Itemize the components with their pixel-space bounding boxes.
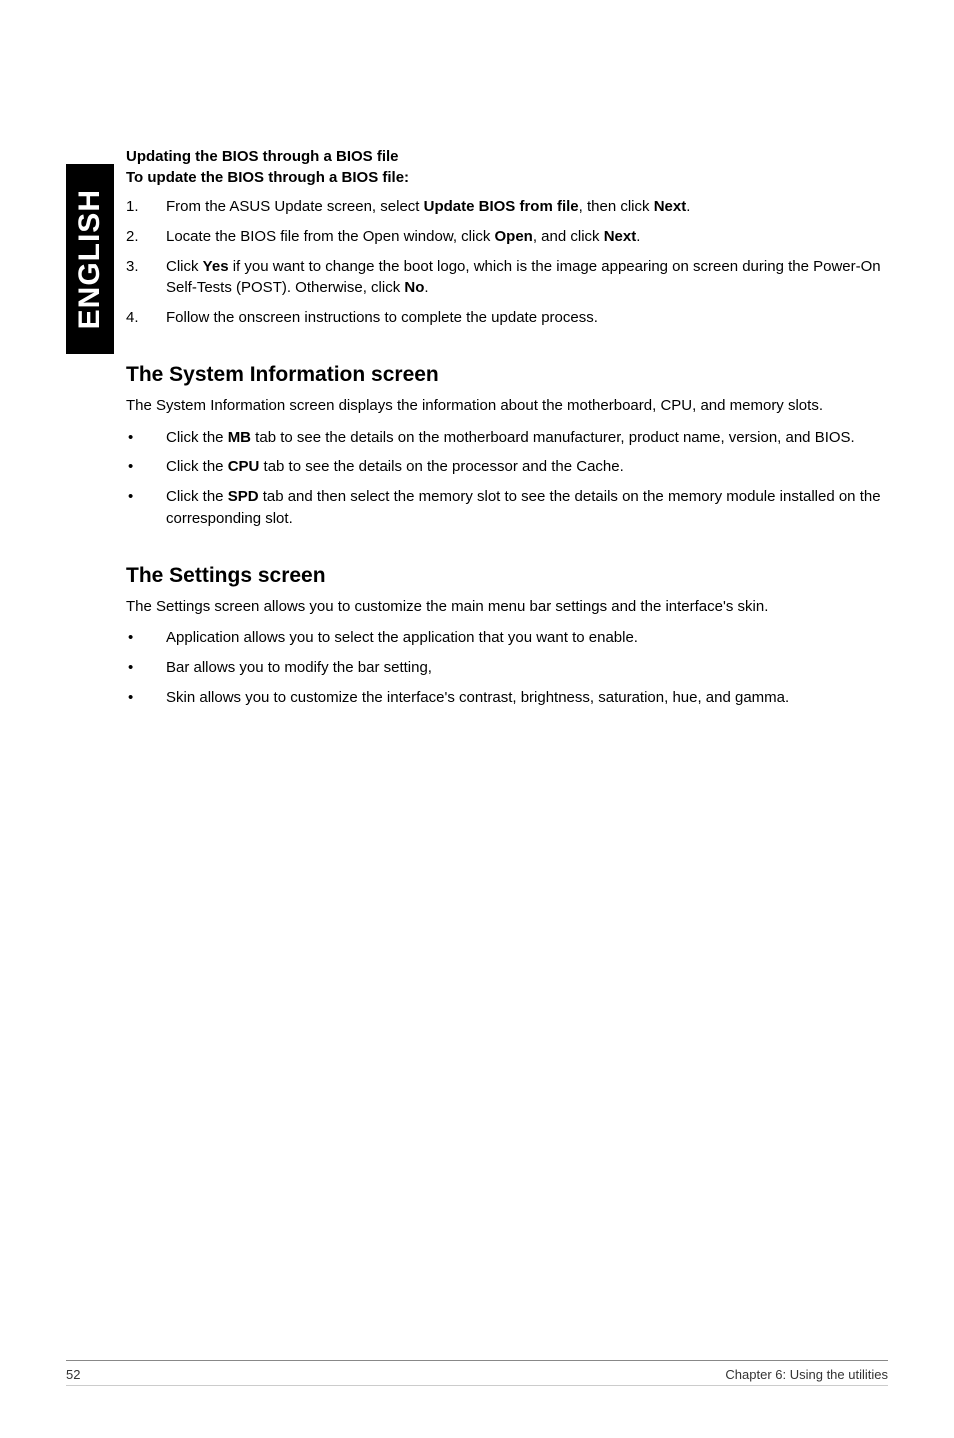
bullet-icon: • <box>126 456 166 478</box>
bullet-list: • Application allows you to select the a… <box>126 627 886 708</box>
list-text: Application allows you to select the app… <box>166 627 886 649</box>
section-paragraph: The Settings screen allows you to custom… <box>126 596 886 618</box>
list-item: • Click the SPD tab and then select the … <box>126 486 886 530</box>
list-item: • Bar allows you to modify the bar setti… <box>126 657 886 679</box>
section-subheading: To update the BIOS through a BIOS file: <box>126 169 886 186</box>
list-text: Bar allows you to modify the bar setting… <box>166 657 886 679</box>
list-text: Click the CPU tab to see the details on … <box>166 456 886 478</box>
bullet-icon: • <box>126 687 166 709</box>
step-text: Click Yes if you want to change the boot… <box>166 256 886 300</box>
list-text: Click the SPD tab and then select the me… <box>166 486 886 530</box>
list-text: Click the MB tab to see the details on t… <box>166 427 886 449</box>
page-number: 52 <box>66 1367 80 1382</box>
step-item: 3. Click Yes if you want to change the b… <box>126 256 886 300</box>
list-item: • Application allows you to select the a… <box>126 627 886 649</box>
list-item: • Click the MB tab to see the details on… <box>126 427 886 449</box>
step-number: 4. <box>126 307 166 329</box>
list-item: • Skin allows you to customize the inter… <box>126 687 886 709</box>
bullet-icon: • <box>126 657 166 679</box>
bullet-icon: • <box>126 627 166 649</box>
step-number: 1. <box>126 196 166 218</box>
chapter-label: Chapter 6: Using the utilities <box>725 1367 888 1382</box>
step-text: Locate the BIOS file from the Open windo… <box>166 226 886 248</box>
list-item: • Click the CPU tab to see the details o… <box>126 456 886 478</box>
language-label: ENGLISH <box>73 189 107 329</box>
step-number: 3. <box>126 256 166 300</box>
bullet-icon: • <box>126 427 166 449</box>
step-text: From the ASUS Update screen, select Upda… <box>166 196 886 218</box>
section-heading: The System Information screen <box>126 363 886 387</box>
bullet-list: • Click the MB tab to see the details on… <box>126 427 886 530</box>
list-text: Skin allows you to customize the interfa… <box>166 687 886 709</box>
section-updating-bios: Updating the BIOS through a BIOS file To… <box>126 148 886 329</box>
step-item: 2. Locate the BIOS file from the Open wi… <box>126 226 886 248</box>
section-settings: The Settings screen The Settings screen … <box>126 564 886 709</box>
bullet-icon: • <box>126 486 166 530</box>
main-content: Updating the BIOS through a BIOS file To… <box>126 148 886 743</box>
footer-divider <box>66 1385 888 1386</box>
step-number: 2. <box>126 226 166 248</box>
step-text: Follow the onscreen instructions to comp… <box>166 307 886 329</box>
numbered-steps: 1. From the ASUS Update screen, select U… <box>126 196 886 329</box>
step-item: 1. From the ASUS Update screen, select U… <box>126 196 886 218</box>
step-item: 4. Follow the onscreen instructions to c… <box>126 307 886 329</box>
page-footer: 52 Chapter 6: Using the utilities <box>66 1360 888 1382</box>
section-heading: The Settings screen <box>126 564 886 588</box>
language-tab: ENGLISH <box>66 164 114 354</box>
section-heading: Updating the BIOS through a BIOS file <box>126 148 886 165</box>
section-paragraph: The System Information screen displays t… <box>126 395 886 417</box>
section-system-info: The System Information screen The System… <box>126 363 886 530</box>
